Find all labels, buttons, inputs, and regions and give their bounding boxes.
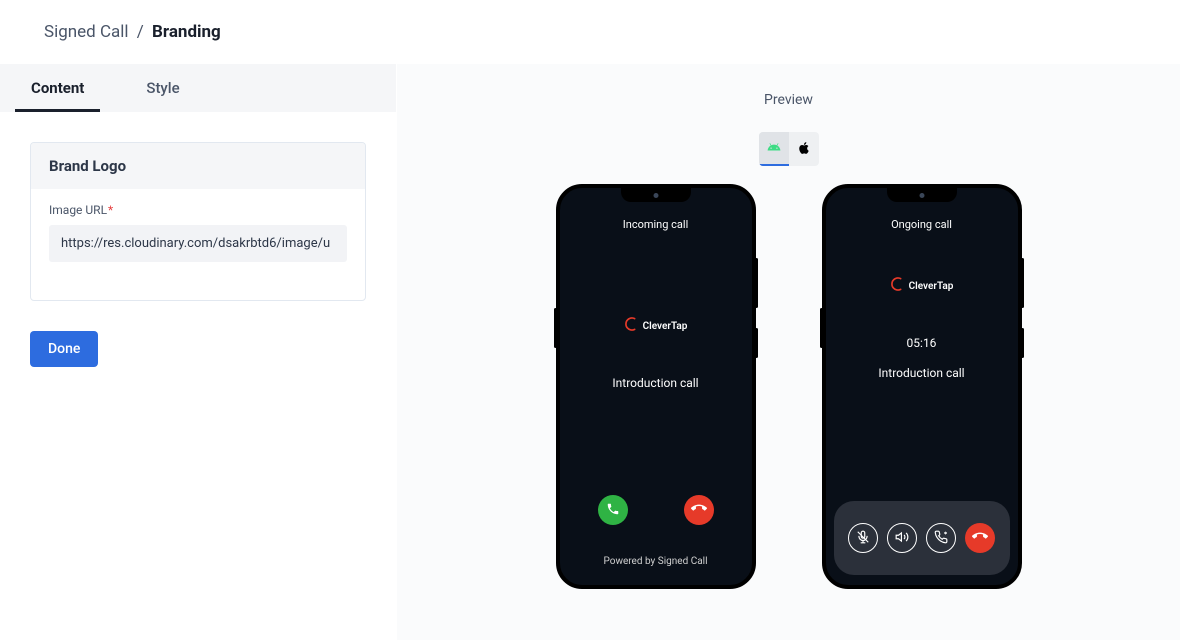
brand-logo: CleverTap (890, 276, 954, 296)
apple-icon (797, 140, 811, 159)
bluetooth-phone-icon: ✱ (934, 529, 948, 548)
incoming-call-label: Introduction call (612, 376, 698, 390)
mute-icon (856, 529, 870, 548)
phone-side-button (1021, 328, 1024, 358)
bluetooth-button[interactable]: ✱ (926, 523, 956, 553)
left-panel: Content Style Brand Logo Image URL* Done (0, 64, 397, 640)
clevertap-swoosh-icon (890, 276, 906, 296)
brand-text: CleverTap (643, 321, 688, 332)
breadcrumb-parent[interactable]: Signed Call (44, 22, 129, 42)
powered-by-text: Powered by Signed Call (604, 556, 708, 567)
tabs: Content Style (0, 64, 396, 112)
breadcrumb-separator: / (137, 22, 144, 42)
hangup-button[interactable] (965, 523, 995, 553)
panel-body: Brand Logo Image URL* Done (0, 112, 396, 397)
svg-text:✱: ✱ (944, 530, 948, 535)
incoming-status: Incoming call (623, 218, 689, 231)
image-url-label: Image URL* (49, 203, 347, 217)
phone-accept-icon (606, 501, 620, 520)
required-asterisk: * (108, 203, 113, 217)
hangup-icon (972, 528, 988, 548)
ongoing-status: Ongoing call (891, 218, 952, 231)
card-body: Image URL* (31, 189, 365, 300)
brand-logo-card: Brand Logo Image URL* (30, 142, 366, 301)
speaker-icon (895, 529, 909, 548)
phone-incoming: Incoming call CleverTap Introduction cal… (556, 184, 756, 589)
image-url-label-text: Image URL (49, 203, 107, 217)
phone-side-button (755, 328, 758, 358)
page-header: Signed Call / Branding (0, 0, 1180, 64)
clevertap-swoosh-icon (624, 316, 640, 336)
breadcrumb-current: Branding (152, 22, 221, 42)
android-icon (767, 139, 781, 158)
tab-content[interactable]: Content (15, 65, 100, 112)
clevertap-logo: CleverTap (624, 316, 688, 336)
incoming-actions (560, 495, 752, 525)
phones-container: Incoming call CleverTap Introduction cal… (556, 184, 1022, 589)
ios-toggle[interactable] (789, 132, 819, 166)
tab-style[interactable]: Style (130, 65, 195, 112)
phone-side-button (554, 308, 557, 348)
ongoing-timer: 05:16 (907, 336, 937, 350)
clevertap-logo: CleverTap (890, 276, 954, 296)
image-url-input[interactable] (49, 225, 347, 262)
ongoing-call-label: Introduction call (878, 366, 964, 380)
phone-side-button (1021, 258, 1024, 308)
os-toggle (759, 132, 819, 166)
decline-call-button[interactable] (684, 495, 714, 525)
accept-call-button[interactable] (598, 495, 628, 525)
brand-text: CleverTap (909, 281, 954, 292)
phone-side-button (820, 308, 823, 348)
phone-ongoing: Ongoing call CleverTap 05:16 Introductio… (822, 184, 1022, 589)
brand-logo: CleverTap (624, 316, 688, 336)
breadcrumb: Signed Call / Branding (44, 22, 1136, 42)
mute-button[interactable] (848, 523, 878, 553)
ongoing-action-tray: ✱ (834, 501, 1010, 575)
done-button[interactable]: Done (30, 331, 98, 367)
card-title: Brand Logo (31, 143, 365, 189)
preview-title: Preview (764, 92, 813, 108)
phone-side-button (755, 258, 758, 308)
android-toggle[interactable] (759, 132, 789, 166)
speaker-button[interactable] (887, 523, 917, 553)
main-content: Content Style Brand Logo Image URL* Done… (0, 64, 1180, 640)
phone-decline-icon (691, 500, 707, 520)
preview-panel: Preview Incoming call (397, 64, 1180, 640)
